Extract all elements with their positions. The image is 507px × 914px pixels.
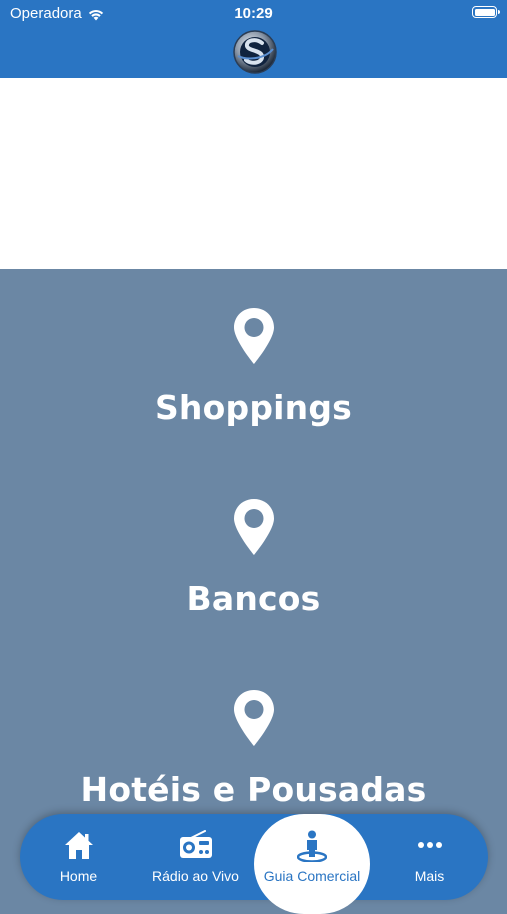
- tab-label: Rádio ao Vivo: [152, 868, 239, 884]
- tab-label: Home: [59, 868, 98, 884]
- app-header: Operadora 10:29: [0, 0, 507, 78]
- person-map-icon: [297, 830, 327, 862]
- tab-guia-comercial[interactable]: Guia Comercial: [254, 814, 370, 914]
- category-label: Shoppings: [154, 388, 353, 427]
- battery-icon: [472, 6, 500, 18]
- category-bancos[interactable]: Bancos: [0, 497, 507, 619]
- tab-label: Guia Comercial: [263, 868, 361, 884]
- category-label: Hotéis e Pousadas: [80, 770, 427, 809]
- status-time: 10:29: [234, 5, 273, 22]
- tab-label: Mais: [414, 868, 445, 884]
- category-label: Bancos: [186, 579, 321, 618]
- map-pin-icon: [233, 690, 274, 746]
- bottom-tab-bar: Home Rádio ao Vivo Guia Comercial Mais: [20, 814, 488, 914]
- tab-radio-ao-vivo[interactable]: Rádio ao Vivo: [137, 814, 254, 900]
- app-logo-s-icon: [233, 30, 277, 74]
- category-hoteis-e-pousadas[interactable]: Hotéis e Pousadas: [0, 688, 507, 810]
- tab-mais[interactable]: Mais: [371, 814, 488, 900]
- status-bar: Operadora 10:29: [0, 0, 507, 28]
- map-pin-icon: [233, 308, 274, 364]
- category-shoppings[interactable]: Shoppings: [0, 306, 507, 428]
- banner-area: [0, 78, 507, 269]
- home-icon: [64, 832, 93, 859]
- tab-home[interactable]: Home: [20, 814, 137, 900]
- radio-icon: [179, 830, 212, 858]
- map-pin-icon: [233, 499, 274, 555]
- more-icon: [417, 842, 442, 848]
